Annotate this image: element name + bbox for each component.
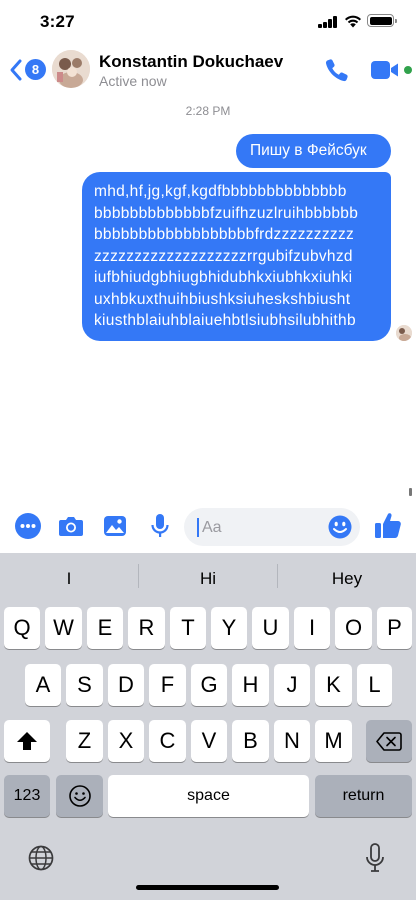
emoji-icon[interactable]	[328, 515, 352, 539]
back-chevron-icon	[10, 59, 22, 81]
key-e[interactable]: E	[87, 607, 123, 649]
key-z[interactable]: Z	[66, 720, 103, 762]
online-indicator	[404, 66, 412, 74]
key-m[interactable]: M	[315, 720, 352, 762]
keyboard: I Hi Hey Q W E R T Y U I O P A S D F G H…	[0, 553, 416, 900]
home-indicator	[136, 885, 279, 890]
message-line: bbbbbbbbbbbbbbbbbbfrdzzzzzzzzzz	[94, 226, 355, 243]
key-p[interactable]: P	[377, 607, 412, 649]
key-x[interactable]: X	[108, 720, 144, 762]
cellular-signal-icon	[318, 16, 338, 28]
emoji-keyboard-icon	[68, 785, 91, 807]
contact-status: Active now	[99, 73, 167, 89]
message-bubble-sent-long[interactable]: mhd,hf,jg,kgf,kgdfbbbbbbbbbbbbbb bbbbbbb…	[82, 172, 391, 341]
key-i[interactable]: I	[294, 607, 330, 649]
suggestion-item[interactable]: I	[0, 569, 138, 589]
seen-receipt-avatar	[396, 325, 412, 341]
video-call-button[interactable]	[370, 57, 412, 83]
key-l[interactable]: L	[357, 664, 392, 706]
status-bar: 3:27	[0, 0, 416, 44]
key-w[interactable]: W	[45, 607, 82, 649]
key-c[interactable]: C	[149, 720, 186, 762]
key-j[interactable]: J	[274, 664, 310, 706]
predictive-text-bar: I Hi Hey	[0, 553, 416, 599]
globe-icon[interactable]	[28, 845, 54, 871]
message-timestamp: 2:28 PM	[185, 104, 231, 118]
message-line: uxhbkuxthuihbiushksiuheskshbiusht	[94, 290, 351, 308]
contact-name[interactable]: Konstantin Dokuchaev	[99, 52, 283, 72]
return-key[interactable]: return	[315, 775, 412, 817]
avatar-photo	[396, 325, 412, 341]
avatar-photo	[52, 50, 90, 88]
key-o[interactable]: O	[335, 607, 372, 649]
unread-count-badge: 8	[25, 59, 46, 80]
key-g[interactable]: G	[191, 664, 227, 706]
shift-icon	[17, 732, 37, 750]
emoji-keyboard-key[interactable]	[56, 775, 103, 817]
message-bubble-sent[interactable]: Пишу в Фейсбук	[236, 134, 391, 168]
gallery-icon[interactable]	[101, 512, 129, 540]
scroll-indicator	[409, 488, 412, 496]
key-h[interactable]: H	[232, 664, 269, 706]
key-q[interactable]: Q	[4, 607, 40, 649]
key-u[interactable]: U	[252, 607, 289, 649]
chat-header: 8 Konstantin Dokuchaev Active now	[0, 44, 416, 96]
message-input[interactable]: Aa	[184, 508, 360, 546]
key-f[interactable]: F	[149, 664, 186, 706]
message-line: bbbbbbbbbbbbbfzuifhzuzlruihbbbbbb	[94, 204, 359, 222]
suggestion-item[interactable]: Hi	[139, 569, 277, 589]
dictation-microphone-icon[interactable]	[365, 843, 385, 873]
key-b[interactable]: B	[232, 720, 269, 762]
suggestion-item[interactable]: Hey	[278, 569, 416, 589]
battery-icon	[367, 14, 397, 27]
thumbs-up-icon[interactable]	[373, 510, 403, 540]
message-line: iufbhiudgbhiugbhidubhkxiubhkxiuhki	[94, 269, 353, 286]
key-t[interactable]: T	[170, 607, 206, 649]
key-a[interactable]: A	[25, 664, 61, 706]
status-time: 3:27	[40, 12, 75, 31]
key-y[interactable]: Y	[211, 607, 247, 649]
wifi-icon	[345, 15, 361, 28]
backspace-icon	[376, 732, 402, 751]
key-r[interactable]: R	[128, 607, 165, 649]
back-button[interactable]: 8	[8, 56, 46, 84]
message-input-placeholder: Aa	[202, 519, 222, 536]
space-key[interactable]: space	[108, 775, 309, 817]
key-k[interactable]: K	[315, 664, 352, 706]
phone-icon[interactable]	[323, 56, 351, 84]
text-cursor	[197, 518, 199, 537]
message-line: mhd,hf,jg,kgf,kgdfbbbbbbbbbbbbbb	[94, 183, 347, 200]
key-d[interactable]: D	[108, 664, 144, 706]
message-composer: Aa	[0, 504, 416, 550]
more-icon[interactable]	[14, 512, 42, 540]
contact-avatar[interactable]	[52, 50, 90, 88]
key-s[interactable]: S	[66, 664, 103, 706]
backspace-key[interactable]	[366, 720, 412, 762]
video-camera-icon	[371, 61, 398, 79]
key-n[interactable]: N	[274, 720, 310, 762]
key-v[interactable]: V	[191, 720, 227, 762]
camera-icon[interactable]	[57, 512, 85, 540]
message-line: kiusthblaiuhblaiuehbtlsiubhsilubhithb	[94, 312, 356, 329]
microphone-icon[interactable]	[146, 512, 174, 540]
numbers-key[interactable]: 123	[4, 775, 50, 817]
shift-key[interactable]	[4, 720, 50, 762]
message-line: zzzzzzzzzzzzzzzzzzzrrgubifzubvhzd	[94, 247, 353, 265]
